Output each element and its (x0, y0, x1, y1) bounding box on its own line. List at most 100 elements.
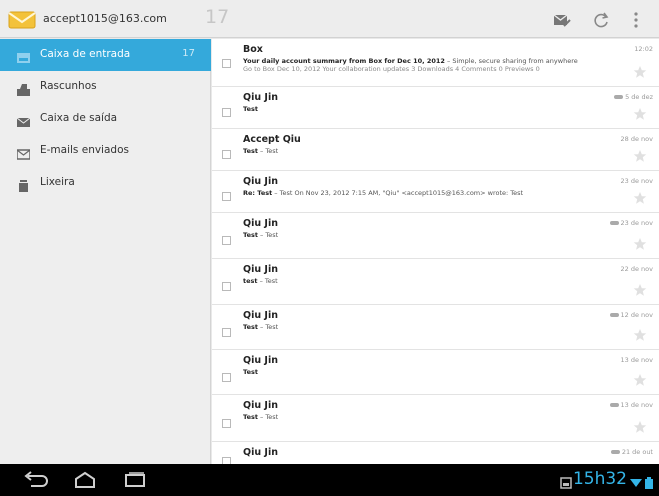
message-sender: Qiu Jin (243, 355, 278, 366)
message-date-text: 21 de out (621, 448, 653, 456)
star-icon[interactable] (633, 420, 647, 434)
message-checkbox[interactable] (222, 373, 231, 382)
star-icon[interactable] (633, 149, 647, 163)
folder-label: E-mails enviados (40, 144, 129, 156)
message-checkbox[interactable] (222, 457, 231, 464)
message-preview: test – Test (243, 277, 631, 285)
star-icon[interactable] (633, 191, 647, 205)
outbox-icon (16, 113, 31, 127)
message-date-text: 12:02 (634, 45, 653, 53)
message-subject: Test (243, 368, 258, 376)
notification-icon[interactable] (560, 474, 572, 493)
message-checkbox[interactable] (222, 328, 231, 337)
wifi-icon (630, 474, 642, 493)
email-app: accept1015@163.com 17 Caixa de entrada 1… (0, 0, 659, 496)
message-sender: Qiu Jin (243, 400, 278, 411)
clock: 15h32 (572, 469, 627, 489)
message-checkbox[interactable] (222, 108, 231, 117)
message-sender: Qiu Jin (243, 310, 278, 321)
recent-apps-icon[interactable] (122, 471, 148, 489)
message-preview: Your daily account summary from Box for … (243, 57, 631, 65)
label-tag-icon (609, 403, 619, 407)
message-checkbox[interactable] (222, 59, 231, 68)
label-tag-icon (609, 313, 619, 317)
message-subject: test (243, 277, 258, 285)
message-date-text: 28 de nov (620, 135, 653, 143)
message-preview: Re: Test – Test On Nov 23, 2012 7:15 AM,… (243, 189, 631, 197)
message-preview: Test (243, 368, 631, 376)
unread-count: 17 (205, 6, 230, 28)
action-bar: accept1015@163.com 17 (0, 0, 659, 38)
message-checkbox[interactable] (222, 419, 231, 428)
message-row[interactable]: Accept Qiu Test – Test 28 de nov (212, 129, 659, 171)
message-preview: Test (243, 105, 631, 113)
message-date: 21 de out (610, 448, 653, 456)
message-checkbox[interactable] (222, 192, 231, 201)
message-row[interactable]: Qiu Jin Test 13 de nov (212, 350, 659, 395)
refresh-icon[interactable] (591, 10, 611, 30)
message-date: 13 de nov (621, 356, 653, 364)
battery-icon (645, 474, 653, 493)
message-row[interactable]: Qiu Jin test – Test 22 de nov (212, 259, 659, 305)
message-subject: Test (243, 231, 258, 239)
message-row[interactable]: Qiu Jin Test 5 de dez (212, 87, 659, 129)
folder-label: Caixa de entrada (40, 48, 131, 60)
message-date-text: 13 de nov (620, 356, 653, 364)
folder-sent[interactable]: E-mails enviados (0, 135, 211, 167)
message-date: 23 de nov (621, 177, 653, 185)
compose-icon[interactable] (552, 10, 572, 30)
folder-label: Caixa de saída (40, 112, 118, 124)
star-icon[interactable] (633, 283, 647, 297)
star-icon[interactable] (633, 107, 647, 121)
message-sender: Qiu Jin (243, 92, 278, 103)
message-row[interactable]: Qiu Jin Re: Test – Test On Nov 23, 2012 7… (212, 171, 659, 213)
message-subject: Test (243, 105, 258, 113)
message-row[interactable]: Box Your daily account summary from Box f… (212, 39, 659, 87)
system-nav-bar: 15h32 (0, 464, 659, 496)
folder-inbox[interactable]: Caixa de entrada 17 (0, 39, 211, 71)
star-icon[interactable] (633, 65, 647, 79)
message-checkbox[interactable] (222, 236, 231, 245)
message-snippet: – Simple, secure sharing from anywhere (444, 57, 578, 65)
message-row[interactable]: Qiu Jin 21 de out (212, 442, 659, 464)
overflow-menu-icon[interactable] (626, 10, 646, 30)
message-date-text: 23 de nov (620, 177, 653, 185)
star-icon[interactable] (633, 373, 647, 387)
envelope-logo-icon[interactable] (8, 9, 36, 29)
message-sender: Qiu Jin (243, 176, 278, 187)
message-date: 5 de dez (614, 93, 653, 101)
message-subject: Your daily account summary from Box for … (243, 57, 445, 65)
message-snippet: – Test (257, 147, 279, 155)
message-row[interactable]: Qiu Jin Test – Test 12 de nov (212, 305, 659, 350)
message-date-text: 13 de nov (620, 401, 653, 409)
sent-icon (16, 145, 31, 160)
message-row[interactable]: Qiu Jin Test – Test 13 de nov (212, 395, 659, 442)
folder-trash[interactable]: Lixeira (0, 167, 211, 199)
message-checkbox[interactable] (222, 282, 231, 291)
message-snippet: – Test (257, 231, 279, 239)
folder-sidebar: Caixa de entrada 17 Rascunhos Caixa de s… (0, 39, 211, 464)
message-date: 12:02 (634, 45, 653, 53)
message-subject: Test (243, 413, 258, 421)
message-sender: Qiu Jin (243, 447, 278, 458)
message-date-text: 12 de nov (620, 311, 653, 319)
message-sender: Box (243, 44, 263, 55)
back-icon[interactable] (22, 471, 48, 489)
message-subject: Re: Test (243, 189, 273, 197)
star-icon[interactable] (633, 237, 647, 251)
message-subject: Test (243, 147, 258, 155)
message-row[interactable]: Qiu Jin Test – Test 23 de nov (212, 213, 659, 259)
message-date: 28 de nov (621, 135, 653, 143)
drafts-icon (17, 81, 30, 96)
account-email[interactable]: accept1015@163.com (43, 12, 167, 25)
folder-count: 17 (182, 48, 195, 59)
message-sender: Accept Qiu (243, 134, 301, 145)
folder-outbox[interactable]: Caixa de saída (0, 103, 211, 135)
message-snippet: – Test (257, 277, 278, 285)
message-preview-line2: Go to Box Dec 10, 2012 Your collaboratio… (243, 65, 540, 73)
folder-drafts[interactable]: Rascunhos (0, 71, 211, 103)
star-icon[interactable] (633, 328, 647, 342)
home-icon[interactable] (72, 471, 98, 489)
message-checkbox[interactable] (222, 150, 231, 159)
message-snippet: – Test (257, 323, 279, 331)
